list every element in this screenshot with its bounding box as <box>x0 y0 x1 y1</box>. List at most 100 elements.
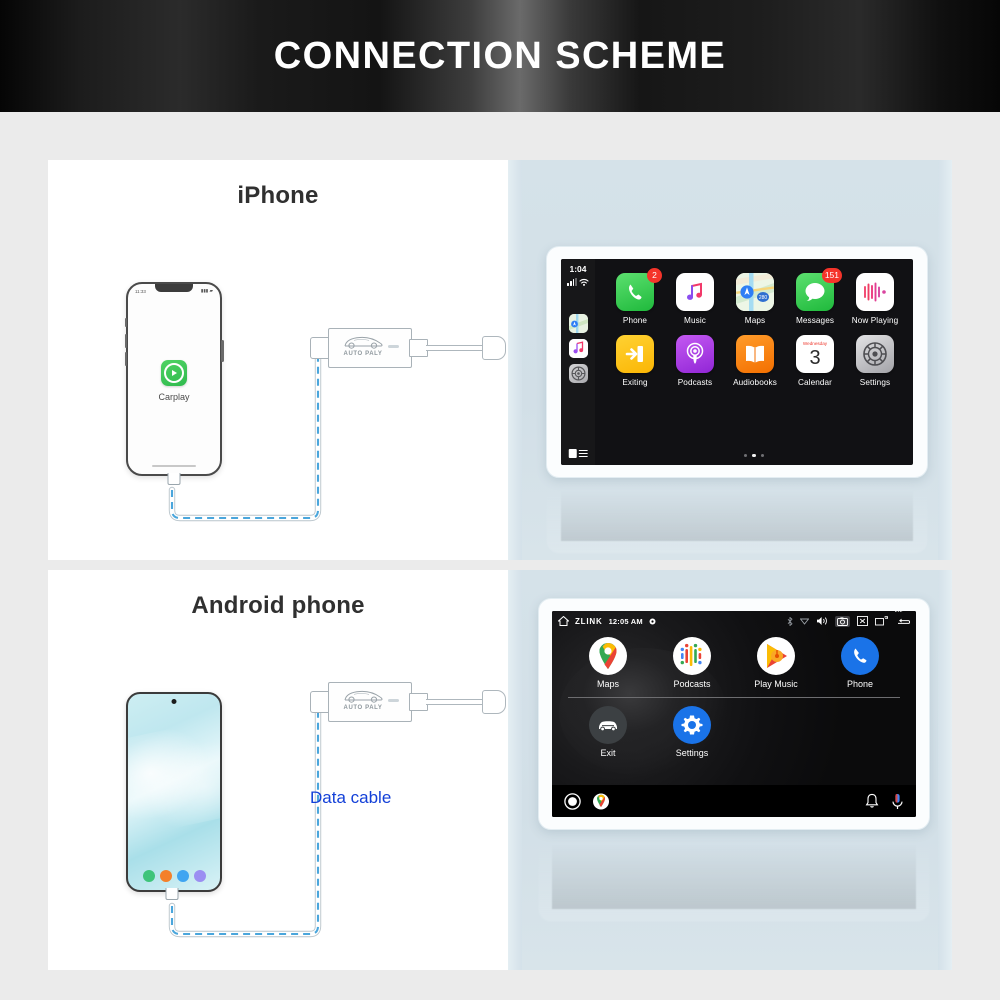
iphone-status-time: 11:33 <box>135 288 146 294</box>
row-android: Android phone AUTO PALY Data cable ZLINK… <box>48 570 952 970</box>
carplay-app-messages[interactable]: 151 Messages <box>785 268 845 325</box>
carplay-app-label: Settings <box>859 378 891 387</box>
iphone-home-indicator <box>152 464 196 467</box>
carplay-head-unit-reflection <box>546 322 928 554</box>
carplay-head-unit: 1:04 2 Phone Music 280 Maps 151 Messages… <box>546 246 928 478</box>
dock-browser-icon[interactable] <box>193 870 206 882</box>
calendar-icon: Wednesday 3 <box>796 335 834 373</box>
carplay-app-label: Phone <box>622 316 648 325</box>
data-cable-path-android <box>168 696 382 938</box>
carplay-time: 1:04 <box>569 264 587 274</box>
android-head-unit: ZLINK 12:05 AM Maps Podcasts Play Music … <box>538 598 930 830</box>
notifications-bell-icon[interactable] <box>865 793 879 809</box>
svg-text:280: 280 <box>759 295 768 301</box>
android-app-maps[interactable]: Maps <box>566 637 650 689</box>
android-auto-brand: ZLINK <box>575 616 603 626</box>
now-playing-icon <box>856 273 894 311</box>
wifi-icon <box>579 278 589 286</box>
adapter-dongle-iphone: AUTO PALY <box>310 328 506 368</box>
carplay-app-music[interactable]: Music <box>665 273 725 325</box>
iphone-mockup: 11:33 ▮▮▮ ▰ Carplay <box>124 282 224 485</box>
android-head-unit-reflection: Exit Settings <box>538 690 930 922</box>
carplay-app-now-playing[interactable]: Now Playing <box>845 273 905 325</box>
page-title: CONNECTION SCHEME <box>273 34 727 77</box>
phone-badge: 2 <box>647 268 662 283</box>
data-cable-path-iphone <box>168 342 382 522</box>
android-app-label: Play Music <box>754 679 798 689</box>
carplay-screen: 1:04 2 Phone Music 280 Maps 151 Messages… <box>561 259 913 465</box>
carplay-app-maps[interactable]: 280 Maps <box>725 273 785 325</box>
bluetooth-icon <box>787 616 793 626</box>
phone-icon <box>841 637 879 675</box>
messages-badge: 151 <box>821 268 842 283</box>
dock-phone-icon[interactable] <box>142 870 155 882</box>
carplay-app-calendar[interactable]: Wednesday 3 Calendar <box>785 335 845 387</box>
android-app-exit[interactable]: Exit <box>566 706 650 758</box>
home-icon[interactable] <box>558 616 569 626</box>
dongle-head-unit-connector <box>482 336 506 360</box>
carplay-status-icons <box>567 277 589 286</box>
carplay-dock-button[interactable] <box>568 449 588 458</box>
iphone-status-bar: 11:33 ▮▮▮ ▰ <box>135 287 213 295</box>
carplay-app-settings[interactable]: Settings <box>845 335 905 387</box>
podcasts-icon <box>673 637 711 675</box>
carplay-page-indicator[interactable] <box>595 453 913 457</box>
android-headunit-panel: ZLINK 12:05 AM Maps Podcasts Play Music … <box>508 570 952 970</box>
audiobooks-icon <box>736 335 774 373</box>
carplay-app-label: Audiobooks <box>733 378 777 387</box>
panels-container: iPhone 11:33 ▮▮▮ ▰ Carplay AUTO PALY 1:0… <box>48 160 952 970</box>
carplay-app-label: Exiting <box>622 378 648 387</box>
android-phone-mockup <box>126 692 222 892</box>
carplay-app-phone[interactable]: 2 Phone <box>605 268 665 325</box>
iphone-volume-up-button <box>124 334 127 348</box>
carplay-app-label: Messages <box>795 316 835 325</box>
dongle-cord <box>426 345 486 351</box>
exit-icon <box>616 335 654 373</box>
dongle-head-unit-connector <box>482 690 506 714</box>
android-auto-row-2: Exit Settings <box>566 706 902 758</box>
row-iphone: iPhone 11:33 ▮▮▮ ▰ Carplay AUTO PALY 1:0… <box>48 160 952 560</box>
settings-icon <box>856 335 894 373</box>
now-playing-list-icon <box>568 449 577 458</box>
carplay-app-label: Calendar <box>797 378 833 387</box>
wifi-icon <box>800 618 809 625</box>
sidebar-app-settings[interactable] <box>568 363 588 383</box>
android-app-label: Exit <box>600 748 616 758</box>
carplay-app-podcasts[interactable]: Podcasts <box>665 335 725 387</box>
carplay-app-grid: 2 Phone Music 280 Maps 151 Messages Now … <box>595 259 913 465</box>
dock-messages-icon[interactable] <box>176 870 189 882</box>
android-app-play-music[interactable]: Play Music <box>734 637 818 689</box>
back-icon[interactable]: LTE <box>895 611 911 626</box>
multiwindow-icon[interactable] <box>875 616 889 626</box>
microphone-icon[interactable] <box>891 793 904 810</box>
settings-gear-icon <box>673 706 711 744</box>
home-circle-icon[interactable] <box>564 792 581 810</box>
dongle-logo: AUTO PALY <box>334 688 392 711</box>
dongle-led-slot <box>388 345 399 348</box>
volume-icon[interactable] <box>816 616 828 626</box>
maps-pin-icon[interactable] <box>593 792 609 811</box>
section-title-iphone: iPhone <box>237 182 319 209</box>
sidebar-app-maps[interactable] <box>568 313 588 333</box>
iphone-volume-down-button <box>124 352 127 366</box>
sidebar-app-music[interactable] <box>568 338 588 358</box>
dock-contacts-icon[interactable] <box>159 870 172 882</box>
section-title-android: Android phone <box>191 592 365 619</box>
android-app-settings[interactable]: Settings <box>650 706 734 758</box>
iphone-status-icons: ▮▮▮ ▰ <box>200 288 213 293</box>
android-app-phone[interactable]: Phone <box>818 637 902 689</box>
screenshot-icon[interactable] <box>835 615 850 627</box>
android-app-podcasts[interactable]: Podcasts <box>650 637 734 689</box>
iphone-power-button <box>221 340 224 362</box>
android-app-label: Maps <box>596 679 619 689</box>
carplay-app-audiobooks[interactable]: Audiobooks <box>725 335 785 387</box>
dongle-brand-text: AUTO PALY <box>343 351 383 357</box>
carplay-app-exiting[interactable]: Exiting <box>605 335 665 387</box>
carplay-app-shortcut[interactable]: Carplay <box>134 360 214 402</box>
close-icon[interactable] <box>857 616 868 626</box>
iphone-diagram-panel: iPhone 11:33 ▮▮▮ ▰ Carplay AUTO PALY <box>48 160 508 560</box>
data-cable-label-android: Data cable <box>310 788 392 807</box>
dongle-led-slot <box>388 699 399 702</box>
carplay-icon <box>161 360 187 386</box>
dongle-logo: AUTO PALY <box>334 334 392 357</box>
